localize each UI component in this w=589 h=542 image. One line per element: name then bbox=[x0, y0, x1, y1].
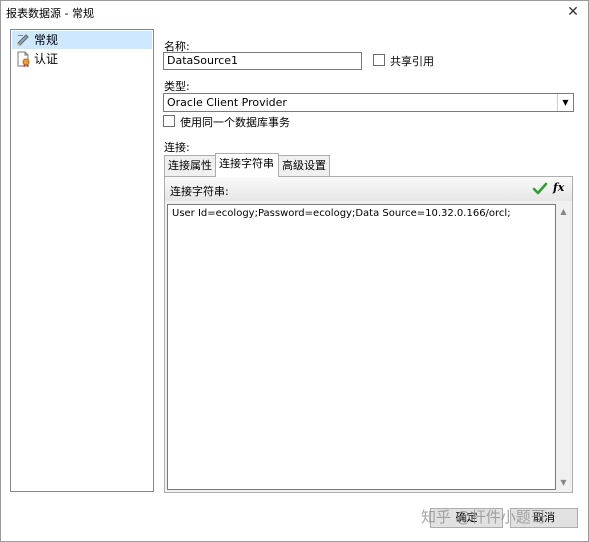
title-bar: 报表数据源 - 常规 ✕ bbox=[1, 1, 588, 23]
watermark: 知乎 @杆件小题哥 bbox=[421, 508, 546, 526]
same-transaction-label: 使用同一个数据库事务 bbox=[180, 116, 290, 129]
close-button[interactable]: ✕ bbox=[564, 3, 582, 21]
connection-string-label: 连接字符串: bbox=[170, 185, 229, 198]
connection-string-panel: 连接字符串: fx User Id=ecology;Password=ecolo… bbox=[164, 176, 573, 493]
scroll-down-icon[interactable]: ▼ bbox=[556, 475, 571, 490]
dropdown-arrow-icon[interactable]: ▼ bbox=[557, 94, 573, 111]
connection-string-editor[interactable]: User Id=ecology;Password=ecology;Data So… bbox=[167, 204, 556, 490]
connection-label: 连接: bbox=[164, 141, 190, 154]
category-list: 常规 认证 bbox=[10, 29, 154, 492]
dialog-window: 报表数据源 - 常规 ✕ 常规 认证 名称: DataSource1 共享引用 … bbox=[0, 0, 589, 542]
type-label: 类型: bbox=[164, 80, 190, 93]
tab-connection-string[interactable]: 连接字符串 bbox=[215, 153, 279, 177]
name-field[interactable]: DataSource1 bbox=[163, 52, 362, 70]
same-transaction-checkbox[interactable] bbox=[163, 115, 175, 127]
check-icon[interactable] bbox=[532, 181, 548, 197]
panel-header: 连接字符串: fx bbox=[165, 177, 572, 201]
sidebar-item-label: 认证 bbox=[34, 52, 59, 66]
function-fx-icon[interactable]: fx bbox=[553, 181, 564, 194]
sidebar-item-label: 常规 bbox=[34, 33, 59, 47]
type-select-value: Oracle Client Provider bbox=[167, 96, 287, 109]
tab-connection-properties[interactable]: 连接属性 bbox=[164, 155, 216, 176]
window-title: 报表数据源 - 常规 bbox=[6, 7, 94, 20]
general-settings-icon bbox=[15, 32, 31, 48]
certificate-document-icon bbox=[15, 51, 31, 68]
type-select[interactable]: Oracle Client Provider ▼ bbox=[163, 93, 574, 112]
sidebar-item-auth[interactable]: 认证 bbox=[12, 50, 152, 68]
scroll-up-icon[interactable]: ▲ bbox=[556, 204, 571, 219]
tab-advanced-settings[interactable]: 高级设置 bbox=[278, 155, 330, 176]
shared-reference-checkbox[interactable] bbox=[373, 54, 385, 66]
sidebar-item-general[interactable]: 常规 bbox=[12, 31, 152, 49]
shared-reference-label: 共享引用 bbox=[390, 55, 434, 68]
vertical-scrollbar[interactable]: ▲ ▼ bbox=[556, 204, 571, 490]
